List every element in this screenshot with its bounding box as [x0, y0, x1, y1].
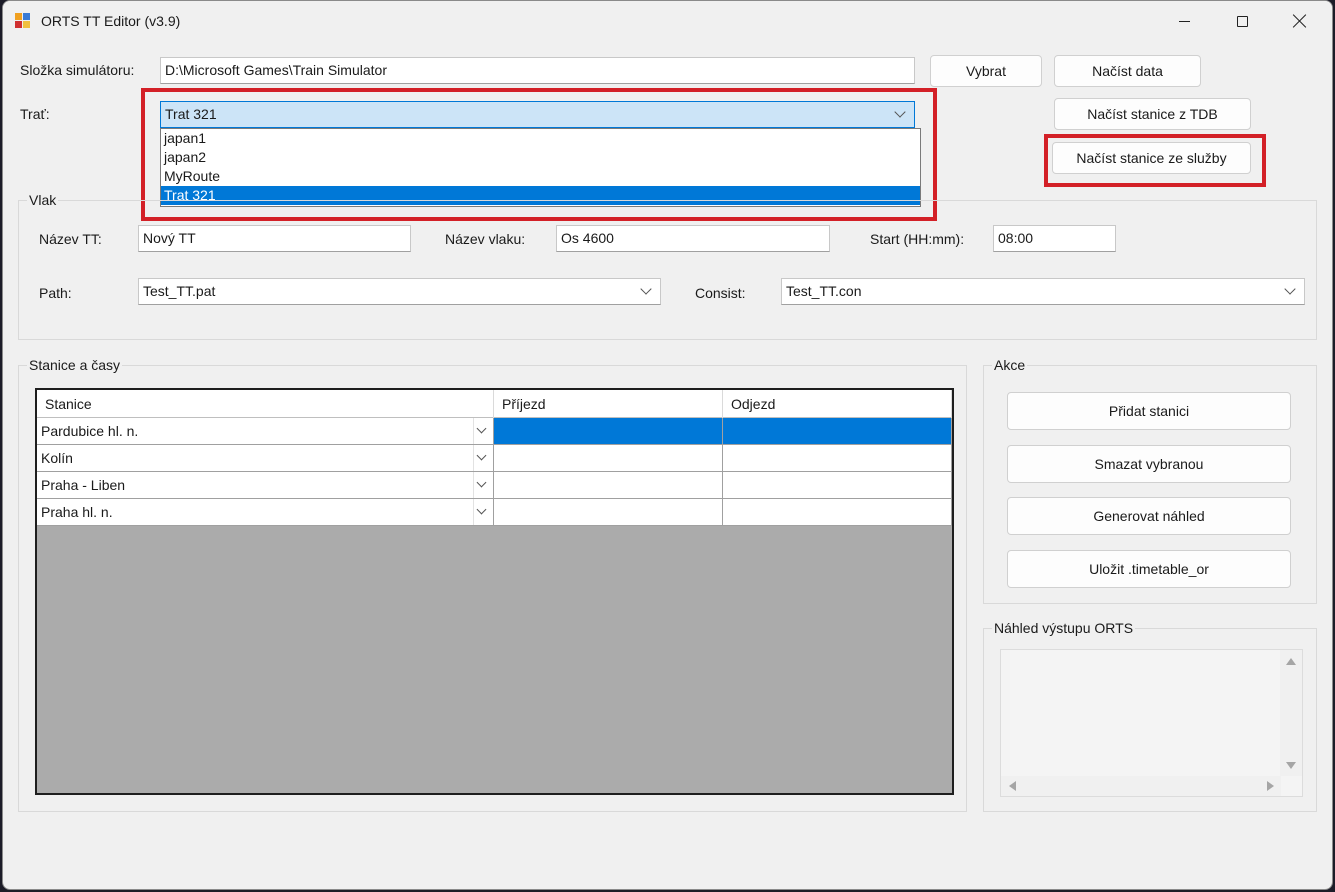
load-data-button[interactable]: Načíst data: [1054, 55, 1201, 87]
app-icon: [15, 13, 31, 29]
path-combobox[interactable]: Test_TT.pat: [138, 278, 661, 305]
load-stations-tdb-button[interactable]: Načíst stanice z TDB: [1054, 98, 1251, 130]
station-cell[interactable]: Pardubice hl. n.: [37, 418, 494, 445]
column-header-arrival[interactable]: Příjezd: [494, 390, 723, 418]
title-bar: ORTS TT Editor (v3.9): [3, 1, 1332, 41]
horizontal-scrollbar[interactable]: [1001, 776, 1281, 796]
consist-combobox[interactable]: Test_TT.con: [781, 278, 1305, 305]
station-name: Pardubice hl. n.: [41, 423, 139, 439]
train-group: Vlak: [18, 191, 1317, 340]
sim-folder-label: Složka simulátoru:: [20, 62, 135, 78]
window-title: ORTS TT Editor (v3.9): [41, 13, 181, 29]
consist-selected-value: Test_TT.con: [786, 283, 862, 299]
save-timetable-button[interactable]: Uložit .timetable_or: [1007, 550, 1291, 588]
train-group-title: Vlak: [27, 191, 59, 209]
station-cell[interactable]: Kolín: [37, 445, 494, 472]
table-row[interactable]: Praha - Liben: [37, 472, 952, 499]
stations-group-title: Stanice a časy: [27, 356, 123, 374]
station-name: Praha - Liben: [41, 477, 126, 493]
close-button[interactable]: [1271, 1, 1329, 41]
arrival-cell[interactable]: [494, 472, 723, 499]
consist-label: Consist:: [695, 285, 746, 301]
sim-folder-input[interactable]: D:\Microsoft Games\Train Simulator: [160, 57, 915, 84]
scroll-left-icon[interactable]: [1009, 781, 1016, 791]
maximize-button[interactable]: [1213, 1, 1271, 41]
scroll-up-icon[interactable]: [1286, 658, 1296, 665]
preview-textarea[interactable]: [1000, 649, 1303, 797]
actions-group-title: Akce: [992, 356, 1028, 374]
preview-group-title: Náhled výstupu ORTS: [992, 619, 1136, 637]
start-time-input[interactable]: 08:00: [993, 225, 1116, 252]
train-name-label: Název vlaku:: [445, 231, 526, 247]
minimize-button[interactable]: [1155, 1, 1213, 41]
start-time-label: Start (HH:mm):: [870, 231, 965, 247]
minimize-icon: [1178, 20, 1190, 22]
path-label: Path:: [39, 285, 72, 301]
tt-name-label: Název TT:: [39, 231, 102, 247]
chevron-down-icon: [640, 283, 652, 295]
app-window: ORTS TT Editor (v3.9) Složka simulátoru:…: [2, 0, 1333, 890]
table-row[interactable]: Praha hl. n.: [37, 499, 952, 526]
vertical-scrollbar[interactable]: [1280, 650, 1302, 776]
delete-selected-button[interactable]: Smazat vybranou: [1007, 445, 1291, 483]
station-cell[interactable]: Praha hl. n.: [37, 499, 494, 526]
table-row[interactable]: Pardubice hl. n.: [37, 418, 952, 445]
station-cell[interactable]: Praha - Liben: [37, 472, 494, 499]
stations-grid[interactable]: Stanice Příjezd Odjezd Pardubice hl. n. …: [35, 388, 954, 795]
close-icon: [1293, 14, 1307, 28]
arrival-cell[interactable]: [494, 499, 723, 526]
departure-cell[interactable]: [723, 499, 952, 526]
arrival-cell[interactable]: [494, 418, 723, 445]
table-row[interactable]: Kolín: [37, 445, 952, 472]
browse-button[interactable]: Vybrat: [930, 55, 1042, 87]
column-header-station[interactable]: Stanice: [37, 390, 494, 418]
departure-cell[interactable]: [723, 418, 952, 445]
scroll-down-icon[interactable]: [1286, 762, 1296, 769]
scroll-right-icon[interactable]: [1267, 781, 1274, 791]
station-name: Kolín: [41, 450, 73, 466]
path-selected-value: Test_TT.pat: [143, 283, 216, 299]
route-label: Trať:: [20, 106, 50, 122]
maximize-icon: [1236, 15, 1248, 27]
departure-cell[interactable]: [723, 445, 952, 472]
column-header-departure[interactable]: Odjezd: [723, 390, 952, 418]
departure-cell[interactable]: [723, 472, 952, 499]
arrival-cell[interactable]: [494, 445, 723, 472]
chevron-down-icon: [1284, 283, 1296, 295]
highlight-box-service: [1044, 134, 1266, 187]
add-station-button[interactable]: Přidat stanici: [1007, 392, 1291, 430]
grid-header: Stanice Příjezd Odjezd: [37, 390, 952, 418]
station-name: Praha hl. n.: [41, 504, 113, 520]
train-name-input[interactable]: Os 4600: [556, 225, 830, 252]
tt-name-input[interactable]: Nový TT: [138, 225, 411, 252]
generate-preview-button[interactable]: Generovat náhled: [1007, 497, 1291, 535]
